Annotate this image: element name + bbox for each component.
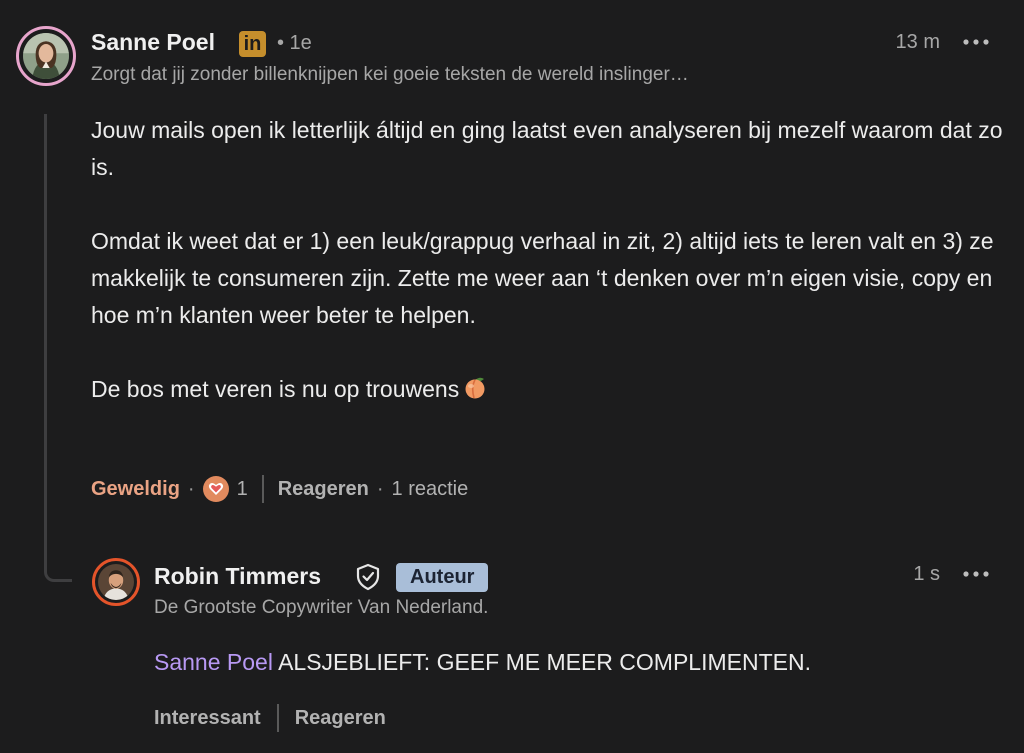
replies-count[interactable]: 1 reactie — [392, 478, 469, 501]
divider — [276, 704, 279, 732]
comment-paragraph: Jouw mails open ik letterlijk áltijd en … — [91, 117, 1003, 180]
avatar[interactable] — [16, 26, 76, 86]
separator-dot: · — [187, 477, 195, 500]
thread-connector-line — [44, 114, 72, 582]
reply-text: ALSJEBLIEFT: GEEF ME MEER COMPLIMENTEN. — [278, 649, 811, 675]
comment-paragraph: De bos met veren is nu op trouwens — [91, 371, 1006, 411]
comment-paragraph: Omdat ik weet dat er 1) een leuk/grappug… — [91, 228, 994, 328]
divider — [261, 475, 264, 503]
reaction-button[interactable]: Geweldig — [91, 478, 180, 501]
shield-check-icon — [355, 563, 381, 591]
comment-thread: Sanne Poel in • 1e Zorgt dat jij zonder … — [0, 0, 1024, 753]
separator-dot: · — [376, 477, 384, 500]
reply-author-headline[interactable]: De Grootste Copywriter Van Nederland. — [154, 597, 488, 619]
react-button[interactable]: Interessant — [154, 707, 261, 730]
avatar-photo-man — [98, 564, 134, 600]
connection-degree: • 1e — [277, 32, 312, 54]
reply-button[interactable]: Reageren — [278, 478, 369, 501]
comment-timestamp: 13 m — [895, 31, 940, 53]
author-badge: Auteur — [396, 563, 489, 592]
comment-author-headline[interactable]: Zorgt dat jij zonder billenknijpen kei g… — [91, 64, 689, 86]
comment-actions: Geweldig · 1 Reageren · 1 reactie — [91, 473, 468, 505]
reply-body: Sanne Poel ALSJEBLIEFT: GEEF ME MEER COM… — [154, 645, 811, 679]
avatar-photo-woman — [23, 33, 69, 79]
comment-body: Jouw mails open ik letterlijk áltijd en … — [91, 112, 1006, 411]
mention-link[interactable]: Sanne Poel — [154, 649, 273, 675]
comment-author-name[interactable]: Sanne Poel — [91, 29, 215, 56]
more-horizontal-icon[interactable] — [959, 564, 993, 584]
linkedin-icon: in — [239, 31, 266, 57]
reply-author-name[interactable]: Robin Timmers — [154, 563, 321, 590]
reaction-count[interactable]: 1 — [237, 478, 248, 501]
avatar[interactable] — [92, 558, 140, 606]
reply-actions: Interessant Reageren — [154, 702, 386, 734]
reply-button[interactable]: Reageren — [295, 707, 386, 730]
heart-reaction-icon[interactable] — [202, 476, 229, 502]
comment-paragraph-text: De bos met veren is nu op trouwens — [91, 376, 460, 402]
peach-emoji — [462, 374, 488, 411]
reply-timestamp: 1 s — [913, 563, 940, 585]
more-horizontal-icon[interactable] — [959, 32, 993, 52]
